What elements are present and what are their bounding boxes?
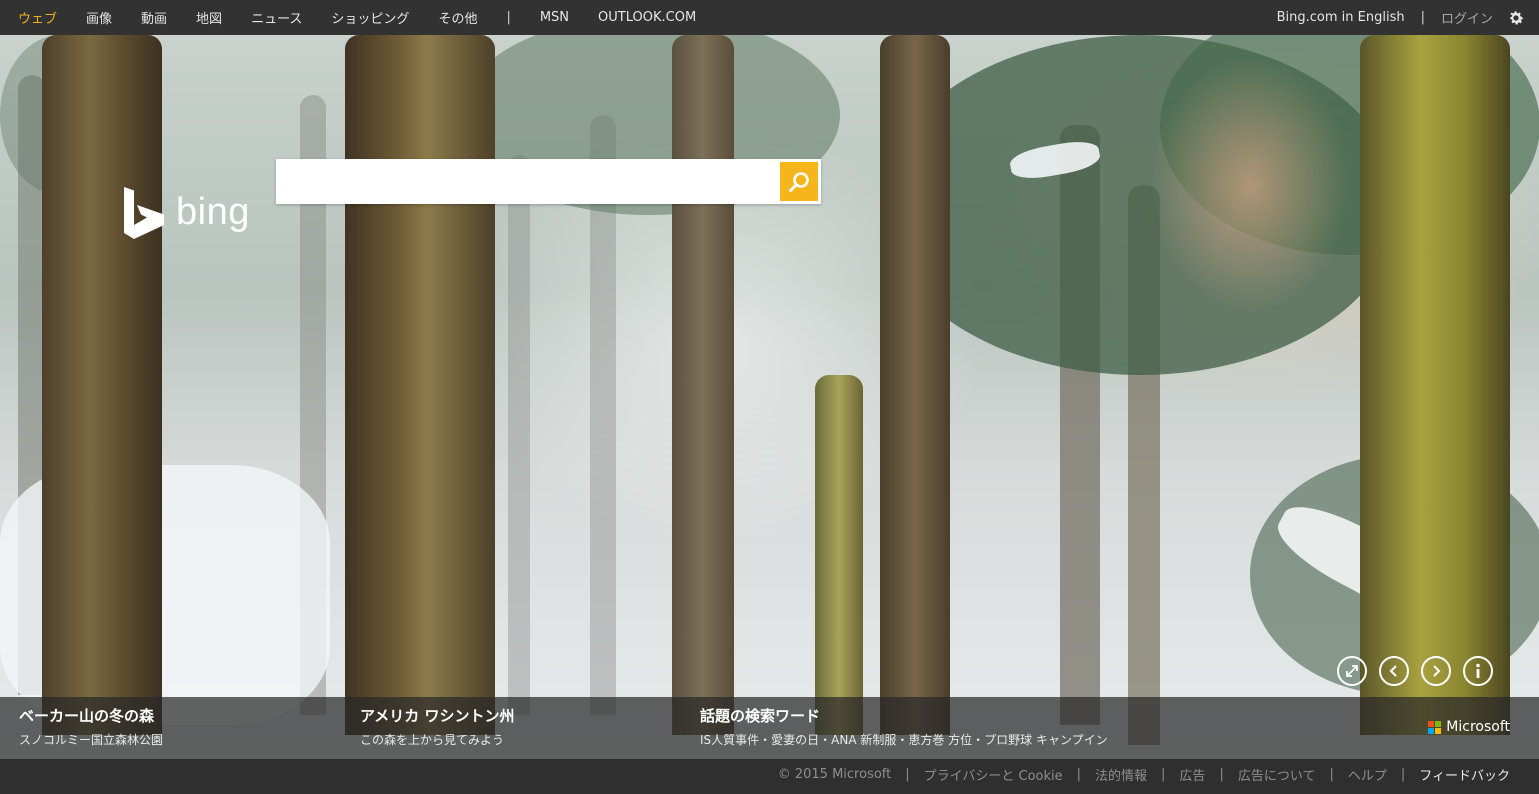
footer-links: © 2015 Microsoft | プライバシーと Cookie | 法的情報… bbox=[778, 759, 1510, 789]
location-title[interactable]: アメリカ ワシントン州 bbox=[360, 705, 514, 726]
footer-separator: | bbox=[1400, 766, 1406, 782]
copyright: © 2015 Microsoft bbox=[777, 766, 892, 782]
footer-separator: | bbox=[1161, 766, 1166, 782]
location-subtitle[interactable]: この森を上から見てみよう bbox=[360, 731, 514, 748]
nav-more[interactable]: その他 bbox=[438, 8, 477, 27]
account-separator: | bbox=[1420, 10, 1425, 25]
footer-privacy[interactable]: プライバシーと Cookie bbox=[924, 765, 1063, 784]
microsoft-logo[interactable]: Microsoft bbox=[1428, 719, 1510, 735]
previous-icon bbox=[1389, 665, 1397, 677]
nav-videos[interactable]: 動画 bbox=[141, 8, 167, 27]
nav-images[interactable]: 画像 bbox=[86, 8, 112, 27]
nav-separator: | bbox=[506, 10, 511, 25]
trending-title: 話題の検索ワード bbox=[700, 707, 821, 725]
footer-separator: | bbox=[1076, 766, 1082, 782]
account-area: Bing.com in English | ログイン bbox=[1277, 0, 1525, 35]
footer-about-ads[interactable]: 広告について bbox=[1238, 765, 1316, 784]
bing-wordmark: bing bbox=[176, 191, 250, 233]
info-icon bbox=[1476, 663, 1480, 678]
footer-separator: | bbox=[905, 766, 910, 782]
previous-image-button[interactable] bbox=[1379, 656, 1409, 686]
image-title[interactable]: ベーカー山の冬の森 bbox=[19, 705, 163, 726]
trending-searches[interactable]: IS人質事件・愛妻の日・ANA 新制服・恵方巻 方位・プロ野球 キャンプイン bbox=[700, 731, 1108, 748]
top-nav-bar: ウェブ 画像 動画 地図 ニュース ショッピング その他 | MSN OUTLO… bbox=[0, 0, 1539, 35]
bing-logo[interactable]: bing bbox=[122, 187, 262, 241]
nav-shopping[interactable]: ショッピング bbox=[331, 8, 409, 27]
footer-separator: | bbox=[1329, 766, 1334, 782]
fullscreen-button[interactable] bbox=[1337, 656, 1367, 686]
footer-help[interactable]: ヘルプ bbox=[1348, 765, 1387, 784]
bing-logo-icon bbox=[124, 187, 164, 239]
footer-separator: | bbox=[1219, 766, 1224, 782]
footer-advertise[interactable]: 広告 bbox=[1179, 765, 1205, 784]
microsoft-squares-icon bbox=[1428, 720, 1442, 734]
next-image-button[interactable] bbox=[1421, 656, 1451, 686]
search-input[interactable] bbox=[284, 165, 778, 200]
nav-msn[interactable]: MSN bbox=[540, 10, 569, 25]
primary-nav: ウェブ 画像 動画 地図 ニュース ショッピング その他 | MSN OUTLO… bbox=[18, 0, 725, 35]
microsoft-label: Microsoft bbox=[1446, 719, 1510, 735]
image-caption[interactable]: ベーカー山の冬の森 スノコルミー国立森林公園 bbox=[19, 705, 163, 748]
trending-caption: 話題の検索ワード IS人質事件・愛妻の日・ANA 新制服・恵方巻 方位・プロ野球… bbox=[700, 705, 1108, 748]
nav-news[interactable]: ニュース bbox=[251, 8, 302, 27]
footer-feedback[interactable]: フィードバック bbox=[1419, 765, 1510, 784]
next-icon bbox=[1433, 665, 1441, 677]
login-link[interactable]: ログイン bbox=[1441, 8, 1493, 27]
english-link[interactable]: Bing.com in English bbox=[1277, 10, 1405, 25]
search-box bbox=[276, 159, 821, 204]
nav-outlook[interactable]: OUTLOOK.COM bbox=[598, 10, 696, 25]
nav-web[interactable]: ウェブ bbox=[18, 8, 57, 27]
image-subtitle[interactable]: スノコルミー国立森林公園 bbox=[19, 731, 163, 748]
footer: © 2015 Microsoft | プライバシーと Cookie | 法的情報… bbox=[0, 759, 1539, 794]
gear-icon[interactable] bbox=[1507, 9, 1525, 27]
search-icon bbox=[789, 171, 809, 192]
info-button[interactable] bbox=[1463, 656, 1493, 686]
caption-strip: ベーカー山の冬の森 スノコルミー国立森林公園 アメリカ ワシントン州 この森を上… bbox=[0, 697, 1539, 759]
fullscreen-icon bbox=[1346, 665, 1358, 677]
nav-maps[interactable]: 地図 bbox=[196, 8, 222, 27]
background-image: bing bbox=[0, 35, 1539, 759]
search-button[interactable] bbox=[780, 162, 818, 201]
footer-legal[interactable]: 法的情報 bbox=[1095, 765, 1147, 784]
location-caption[interactable]: アメリカ ワシントン州 この森を上から見てみよう bbox=[360, 705, 514, 748]
